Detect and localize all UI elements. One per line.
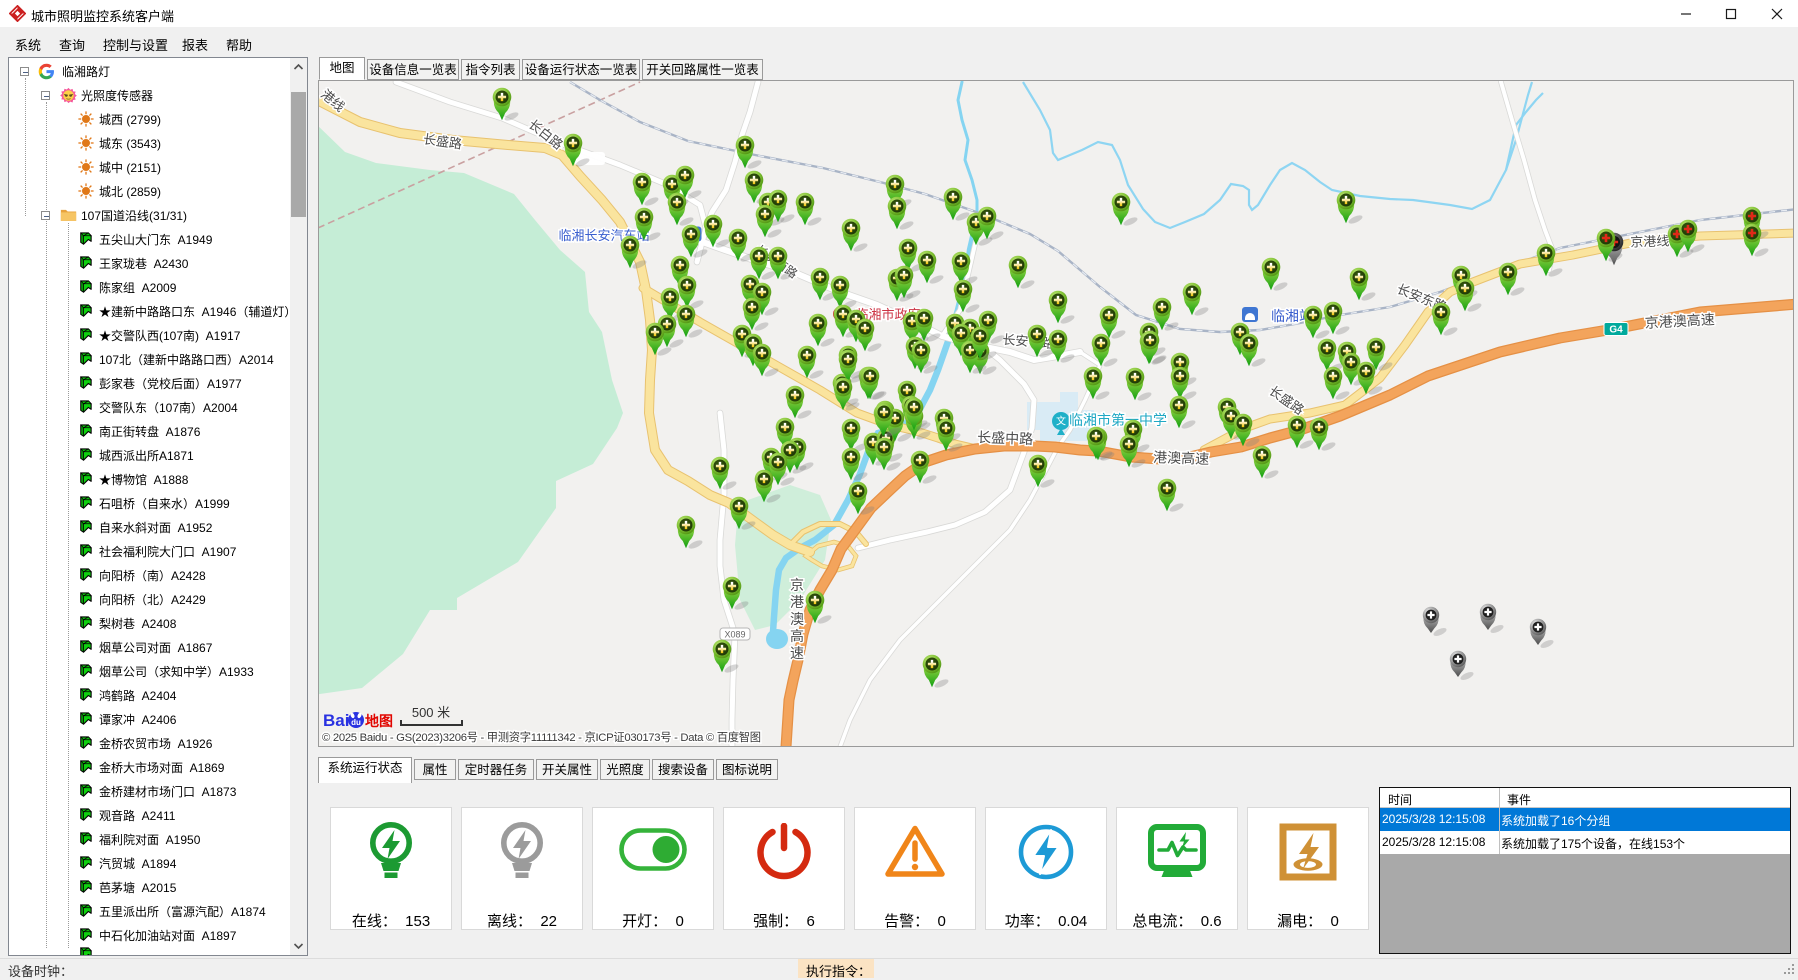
svg-text:© 2025 Baidu - GS(2023)3206号 -: © 2025 Baidu - GS(2023)3206号 - 甲测资字11111… (322, 730, 761, 744)
svg-text:京: 京 (790, 577, 804, 593)
svg-text:港: 港 (790, 594, 804, 610)
svg-text:港澳高速: 港澳高速 (1153, 449, 1210, 467)
svg-text:速: 速 (790, 645, 804, 661)
svg-text:长盛中路: 长盛中路 (977, 429, 1034, 447)
svg-text:Bai: Bai (323, 711, 349, 730)
svg-text:文: 文 (1056, 415, 1066, 428)
svg-text:高: 高 (790, 628, 804, 644)
svg-text:G4: G4 (1609, 325, 1623, 336)
svg-text:澳: 澳 (790, 611, 804, 627)
svg-text:X089: X089 (724, 630, 745, 640)
svg-text:500 米: 500 米 (412, 705, 450, 720)
svg-text:京港线: 京港线 (1630, 233, 1670, 249)
svg-text:临湘市第一中学: 临湘市第一中学 (1069, 412, 1167, 428)
svg-text:地图: 地图 (365, 713, 393, 729)
svg-text:du: du (351, 718, 361, 727)
